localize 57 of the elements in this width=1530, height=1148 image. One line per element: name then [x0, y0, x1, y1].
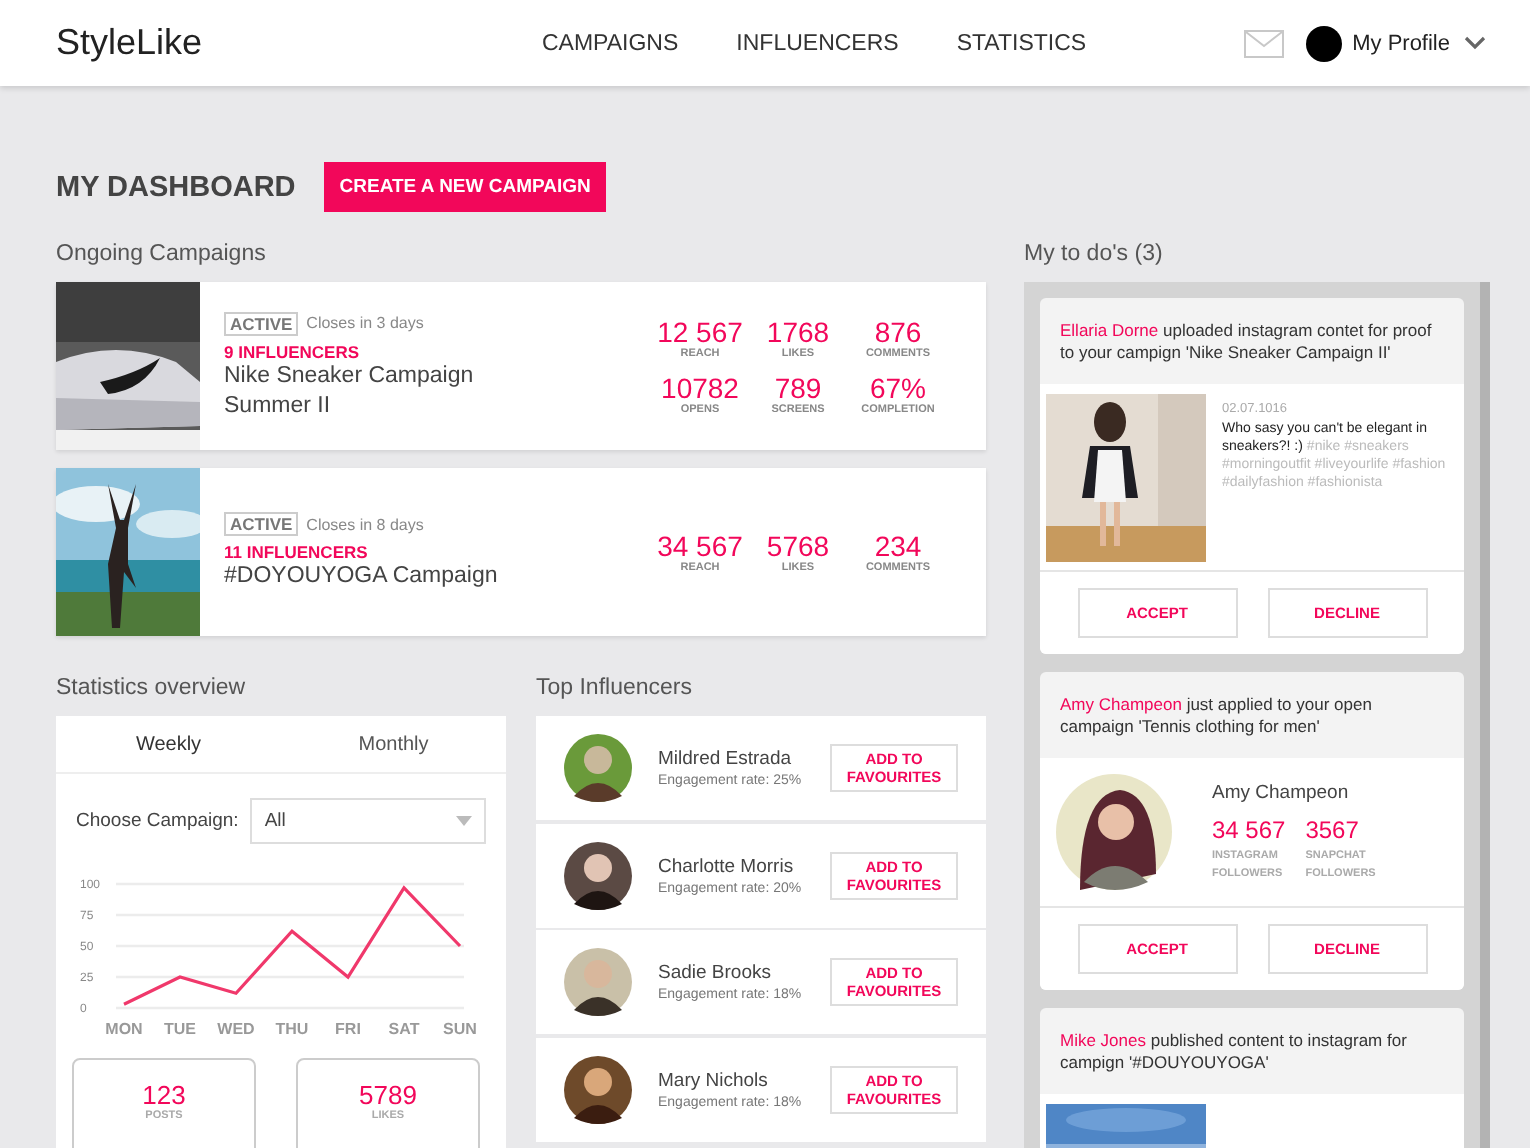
influencer-name: Mary Nichols — [658, 1069, 770, 1091]
nav-link[interactable]: INFLUENCERS — [736, 31, 899, 55]
section-title: My to do's (3) — [1024, 242, 1165, 266]
follower-count: 3567 — [1305, 815, 1361, 843]
avatar — [564, 734, 632, 802]
campaign-select[interactable]: All — [250, 798, 486, 844]
stat-value: 234 — [872, 530, 924, 562]
status-badge: ACTIVE — [224, 311, 299, 335]
campaign-name: Nike Sneaker Campaign Summer II — [224, 361, 476, 421]
stat-value: 789 — [772, 372, 824, 404]
avatar — [564, 948, 632, 1016]
stat-value: 67% — [867, 372, 929, 404]
avatar[interactable] — [1306, 25, 1343, 61]
influencer-name: Charlotte Morris — [658, 855, 796, 877]
x-tick-label: SUN — [443, 1020, 477, 1038]
avatar — [1056, 774, 1172, 890]
x-tick-label: FRI — [335, 1020, 361, 1038]
todo-message: Mike Jones published content to instagram for campign '#DOUYOUYOGA' — [1058, 1028, 1409, 1076]
avatar — [564, 1055, 632, 1123]
x-tick-label: TUE — [164, 1020, 196, 1038]
stat-value: 1768 — [764, 316, 832, 348]
todo-message: Amy Champeon just applied to your open campaign 'Tennis clothing for men' — [1058, 692, 1374, 740]
tab[interactable]: Monthly — [281, 716, 506, 772]
x-tick-label: MON — [105, 1020, 143, 1038]
closing-text: Closes in 3 days — [306, 314, 424, 332]
todo-message: Ellaria Dorne uploaded instagram contet for proof to your campign 'Nike Sneaker Campaign II' — [1058, 318, 1434, 366]
section-title: Top Influencers — [536, 676, 694, 700]
stat-value: 876 — [872, 316, 924, 348]
influencer-name: Sadie Brooks — [658, 962, 774, 984]
create-campaign-button[interactable]: CREATE A NEW CAMPAIGN — [323, 162, 607, 212]
field-label: Choose Campaign: — [76, 810, 239, 832]
stat-value: 12 567 — [655, 316, 745, 348]
follower-count: 34 567 — [1212, 815, 1286, 843]
chevron-icon[interactable] — [1464, 36, 1486, 50]
section-title: Statistics overview — [56, 676, 248, 700]
x-tick-label: SAT — [388, 1020, 420, 1038]
stat-value: 5768 — [764, 530, 832, 562]
applicant-name: Amy Champeon — [1212, 781, 1351, 803]
closing-text: Closes in 8 days — [306, 515, 424, 533]
stat-value: 10782 — [659, 372, 741, 404]
influencer-count: 11 INFLUENCERS — [224, 542, 370, 562]
stat-value: 34 567 — [655, 530, 745, 562]
nav-link[interactable]: CAMPAIGNS — [542, 31, 679, 55]
total-value: 5789 — [357, 1080, 419, 1110]
status-badge: ACTIVE — [224, 512, 299, 536]
total-value: 123 — [140, 1080, 188, 1110]
influencer-name: Mildred Estrada — [658, 748, 794, 770]
logo[interactable]: StyleLike — [56, 22, 542, 64]
campaign-name: #DOYOUYOGA Campaign — [224, 562, 500, 592]
section-title: Ongoing Campaigns — [56, 242, 268, 266]
influencer-count: 9 INFLUENCERS — [224, 341, 362, 361]
avatar — [564, 841, 632, 909]
profile-link[interactable]: My Profile — [1352, 31, 1450, 55]
page-title: MY DASHBOARD — [56, 171, 296, 203]
x-tick-label: THU — [275, 1020, 309, 1038]
nav-link[interactable]: STATISTICS — [956, 31, 1087, 55]
x-tick-label: WED — [217, 1020, 255, 1038]
